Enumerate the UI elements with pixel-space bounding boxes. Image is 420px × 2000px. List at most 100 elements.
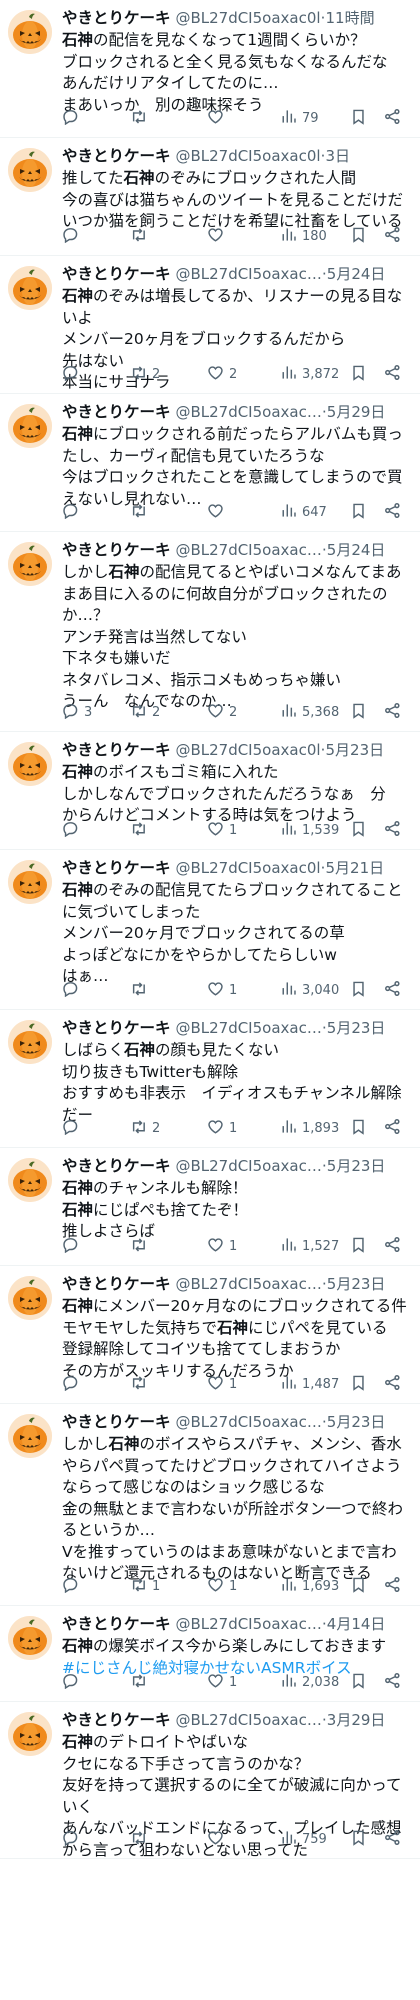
views-button[interactable]: 180 xyxy=(280,225,327,247)
share-button[interactable] xyxy=(384,979,401,1001)
like-button[interactable] xyxy=(207,225,229,247)
retweet-button[interactable]: 2 xyxy=(130,1117,160,1139)
timestamp[interactable]: 5月23日 xyxy=(327,1413,386,1431)
timestamp[interactable]: 5月23日 xyxy=(327,1157,386,1175)
retweet-button[interactable] xyxy=(130,1671,152,1693)
reply-button[interactable] xyxy=(62,107,84,129)
views-button[interactable]: 1,693 xyxy=(280,1575,339,1597)
user-name[interactable]: やきとりケーキ xyxy=(62,1275,171,1293)
bookmark-button[interactable] xyxy=(350,1671,367,1693)
avatar[interactable] xyxy=(8,148,52,192)
avatar[interactable] xyxy=(8,404,52,448)
bookmark-button[interactable] xyxy=(350,107,367,129)
like-button[interactable]: 1 xyxy=(207,1671,237,1693)
share-button[interactable] xyxy=(384,1235,401,1257)
user-name[interactable]: やきとりケーキ xyxy=(62,1157,171,1175)
retweet-button[interactable] xyxy=(130,225,152,247)
reply-button[interactable] xyxy=(62,819,84,841)
avatar[interactable] xyxy=(8,10,52,54)
reply-button[interactable] xyxy=(62,1828,84,1850)
bookmark-button[interactable] xyxy=(350,819,367,841)
timestamp[interactable]: 4月14日 xyxy=(327,1615,386,1633)
reply-button[interactable] xyxy=(62,225,84,247)
tweet-item[interactable]: やきとりケーキ @BL27dCI5oaxac…·5月23日 しばらく石神の顔も見た… xyxy=(0,1010,420,1148)
timestamp[interactable]: 3日 xyxy=(325,147,350,165)
avatar[interactable] xyxy=(8,1276,52,1320)
timestamp[interactable]: 3月29日 xyxy=(327,1711,386,1729)
timestamp[interactable]: 5月24日 xyxy=(327,541,386,559)
tweet-item[interactable]: やきとりケーキ @BL27dCI5oaxac…·3月29日 石神のデトロイトやばい… xyxy=(0,1702,420,1859)
bookmark-button[interactable] xyxy=(350,225,367,247)
avatar[interactable] xyxy=(8,1158,52,1202)
user-name[interactable]: やきとりケーキ xyxy=(62,859,171,877)
share-button[interactable] xyxy=(384,107,401,129)
share-button[interactable] xyxy=(384,819,401,841)
user-name[interactable]: やきとりケーキ xyxy=(62,1711,171,1729)
views-button[interactable]: 647 xyxy=(280,501,327,523)
tweet-item[interactable]: やきとりケーキ @BL27dCI5oaxac0l·3日 推してた石神のぞみにブロッ… xyxy=(0,138,420,256)
like-button[interactable]: 1 xyxy=(207,819,237,841)
views-button[interactable]: 3,040 xyxy=(280,979,339,1001)
like-button[interactable]: 1 xyxy=(207,979,237,1001)
user-handle[interactable]: @BL27dCI5oaxac0l xyxy=(175,9,320,27)
user-name[interactable]: やきとりケーキ xyxy=(62,541,171,559)
timestamp[interactable]: 5月23日 xyxy=(325,741,384,759)
tweet-item[interactable]: やきとりケーキ @BL27dCI5oaxac…·5月23日 石神のチャンネルも解除… xyxy=(0,1148,420,1266)
timestamp[interactable]: 5月29日 xyxy=(327,403,386,421)
user-handle[interactable]: @BL27dCI5oaxac0l xyxy=(175,859,320,877)
bookmark-button[interactable] xyxy=(350,701,367,723)
timestamp[interactable]: 5月23日 xyxy=(327,1019,386,1037)
tweet-item[interactable]: やきとりケーキ @BL27dCI5oaxac…·5月23日 しかし石神のボイスやら… xyxy=(0,1404,420,1606)
reply-button[interactable]: 3 xyxy=(62,701,92,723)
user-name[interactable]: やきとりケーキ xyxy=(62,147,171,165)
user-handle[interactable]: @BL27dCI5oaxac… xyxy=(175,1615,321,1633)
like-button[interactable]: 1 xyxy=(207,1235,237,1257)
views-button[interactable]: 2,038 xyxy=(280,1671,339,1693)
reply-button[interactable] xyxy=(62,1373,84,1395)
share-button[interactable] xyxy=(384,1117,401,1139)
share-button[interactable] xyxy=(384,1575,401,1597)
retweet-button[interactable] xyxy=(130,1828,152,1850)
bookmark-button[interactable] xyxy=(350,363,367,385)
user-name[interactable]: やきとりケーキ xyxy=(62,1019,171,1037)
tweet-item[interactable]: やきとりケーキ @BL27dCI5oaxac0l·5月21日 石神のぞみの配信見て… xyxy=(0,850,420,1010)
views-button[interactable]: 3,872 xyxy=(280,363,339,385)
user-name[interactable]: やきとりケーキ xyxy=(62,1413,171,1431)
retweet-button[interactable] xyxy=(130,1373,152,1395)
share-button[interactable] xyxy=(384,701,401,723)
timestamp[interactable]: 5月24日 xyxy=(327,265,386,283)
like-button[interactable] xyxy=(207,1828,229,1850)
reply-button[interactable] xyxy=(62,979,84,1001)
views-button[interactable]: 5,368 xyxy=(280,701,339,723)
views-button[interactable]: 1,539 xyxy=(280,819,339,841)
bookmark-button[interactable] xyxy=(350,1828,367,1850)
avatar[interactable] xyxy=(8,266,52,310)
retweet-button[interactable] xyxy=(130,819,152,841)
bookmark-button[interactable] xyxy=(350,1575,367,1597)
share-button[interactable] xyxy=(384,1373,401,1395)
avatar[interactable] xyxy=(8,542,52,586)
like-button[interactable]: 1 xyxy=(207,1373,237,1395)
bookmark-button[interactable] xyxy=(350,1117,367,1139)
user-handle[interactable]: @BL27dCI5oaxac… xyxy=(175,1711,321,1729)
timestamp[interactable]: 5月23日 xyxy=(327,1275,386,1293)
timestamp[interactable]: 11時間 xyxy=(325,9,374,27)
share-button[interactable] xyxy=(384,1828,401,1850)
timestamp[interactable]: 5月21日 xyxy=(325,859,384,877)
share-button[interactable] xyxy=(384,1671,401,1693)
avatar[interactable] xyxy=(8,1020,52,1064)
retweet-button[interactable]: 2 xyxy=(130,363,160,385)
share-button[interactable] xyxy=(384,225,401,247)
like-button[interactable]: 1 xyxy=(207,1575,237,1597)
views-button[interactable]: 1,487 xyxy=(280,1373,339,1395)
user-handle[interactable]: @BL27dCI5oaxac… xyxy=(175,1413,321,1431)
like-button[interactable]: 1 xyxy=(207,1117,237,1139)
reply-button[interactable] xyxy=(62,501,84,523)
views-button[interactable]: 1,527 xyxy=(280,1235,339,1257)
like-button[interactable] xyxy=(207,107,229,129)
avatar[interactable] xyxy=(8,1414,52,1458)
tweet-item[interactable]: やきとりケーキ @BL27dCI5oaxac0l·11時間 石神の配信を見なくなっ… xyxy=(0,0,420,138)
user-name[interactable]: やきとりケーキ xyxy=(62,265,171,283)
tweet-item[interactable]: やきとりケーキ @BL27dCI5oaxac0l·5月23日 石神のボイスもゴミ箱… xyxy=(0,732,420,850)
share-button[interactable] xyxy=(384,501,401,523)
